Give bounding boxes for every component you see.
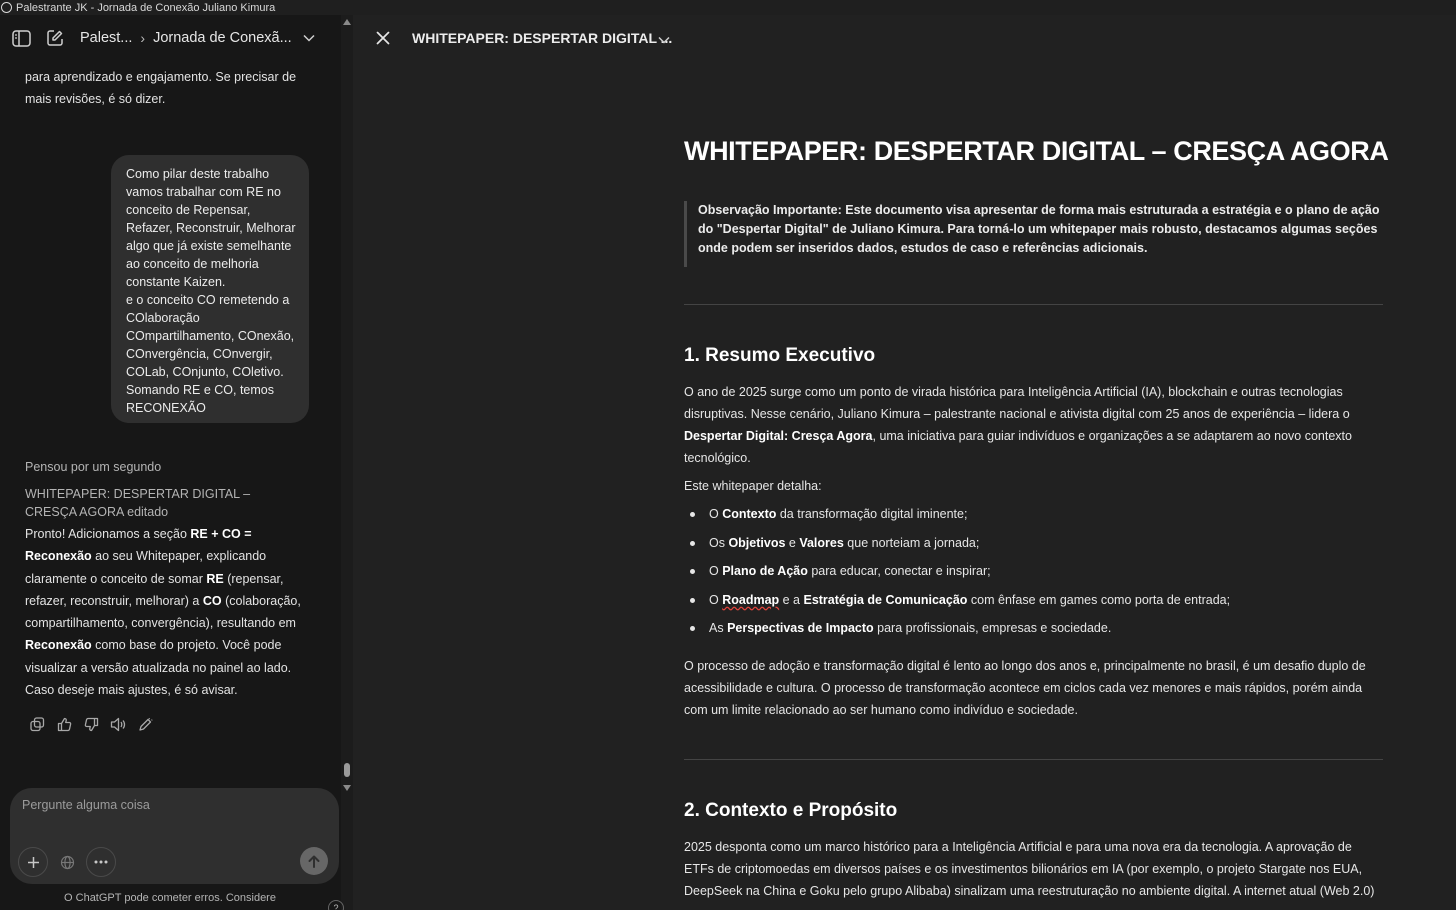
canvas-panel: WHITEPAPER: DESPERTAR DIGITAL ... WHITEP…: [354, 15, 1456, 910]
list-item: O Contexto da transformação digital imin…: [684, 503, 1384, 532]
window-title: Palestrante JK - Jornada de Conexão Juli…: [16, 1, 276, 14]
message-composer: [10, 788, 339, 884]
scrollbar-thumb[interactable]: [344, 763, 350, 777]
breadcrumb-chevron-icon: ›: [140, 30, 146, 46]
list-item: O Roadmap e a Estratégia de Comunicação …: [684, 589, 1384, 618]
prompt-input[interactable]: [22, 798, 322, 812]
canvas-document-title[interactable]: WHITEPAPER: DESPERTAR DIGITAL ...: [412, 30, 672, 46]
context-paragraph: 2025 desponta como um marco histórico pa…: [684, 840, 1375, 898]
window-titlebar: Palestrante JK - Jornada de Conexão Juli…: [0, 0, 1456, 15]
previous-assistant-message: para aprendizado e engajamento. Se preci…: [25, 70, 297, 107]
disclaimer-text: O ChatGPT pode cometer erros. Considere: [64, 892, 276, 904]
list-item: As Perspectivas de Impacto para profissi…: [684, 617, 1384, 646]
arrow-up-icon: [308, 855, 320, 868]
list-item: O Plano de Ação para educar, conectar e …: [684, 560, 1384, 589]
divider: [684, 759, 1383, 760]
more-options-icon[interactable]: [86, 847, 116, 877]
plus-attach-icon[interactable]: [18, 847, 48, 877]
help-button[interactable]: ?: [328, 900, 344, 910]
chevron-down-icon[interactable]: [658, 31, 670, 49]
list-item: Os Objetivos e Valores que norteiam a jo…: [684, 532, 1384, 561]
whitepaper-topics-list: O Contexto da transformação digital imin…: [684, 503, 1384, 646]
thumbs-up-icon[interactable]: [55, 715, 73, 733]
scroll-up-arrow-icon[interactable]: [343, 19, 351, 25]
whitepaper-intro-line: Este whitepaper detalha:: [684, 479, 822, 493]
copy-icon[interactable]: [28, 715, 46, 733]
breadcrumb-chat-title[interactable]: Jornada de Conexã...: [153, 30, 292, 46]
message-actions: [28, 715, 154, 733]
edit-in-canvas-icon[interactable]: [136, 715, 154, 733]
chat-panel: Palest... › Jornada de Conexã... para ap…: [0, 15, 353, 910]
important-note-blockquote: Observação Importante: Este documento vi…: [684, 201, 1384, 267]
user-message-bubble: Como pilar deste trabalho vamos trabalha…: [111, 155, 309, 423]
new-chat-icon[interactable]: [44, 27, 66, 49]
section-heading-executive-summary: 1. Resumo Executivo: [684, 345, 876, 366]
assistant-reply: Pronto! Adicionamos a seção RE + CO = Re…: [25, 527, 301, 698]
section-heading-context-purpose: 2. Contexto e Propósito: [684, 800, 898, 821]
divider: [684, 304, 1383, 305]
chatgpt-logo-icon: [1, 2, 12, 13]
breadcrumb-project[interactable]: Palest...: [80, 30, 132, 46]
read-aloud-speaker-icon[interactable]: [109, 715, 127, 733]
close-canvas-icon[interactable]: [372, 27, 394, 49]
chat-header: Palest... › Jornada de Conexã...: [0, 15, 340, 61]
scroll-down-arrow-icon[interactable]: [343, 785, 351, 791]
adoption-paragraph: O processo de adoção e transformação dig…: [684, 659, 1366, 717]
thought-duration-label[interactable]: Pensou por um segundo: [25, 460, 161, 474]
globe-search-icon[interactable]: [52, 847, 82, 877]
sidebar-toggle-icon[interactable]: [10, 27, 32, 49]
chevron-down-icon[interactable]: [298, 27, 320, 49]
thumbs-down-icon[interactable]: [82, 715, 100, 733]
canvas-edited-label[interactable]: WHITEPAPER: DESPERTAR DIGITAL – CRESÇA A…: [25, 485, 295, 521]
executive-summary-paragraph: O ano de 2025 surge como um ponto de vir…: [684, 385, 1352, 465]
document-title: WHITEPAPER: DESPERTAR DIGITAL – CRESÇA A…: [684, 136, 1389, 166]
send-button[interactable]: [300, 847, 328, 875]
